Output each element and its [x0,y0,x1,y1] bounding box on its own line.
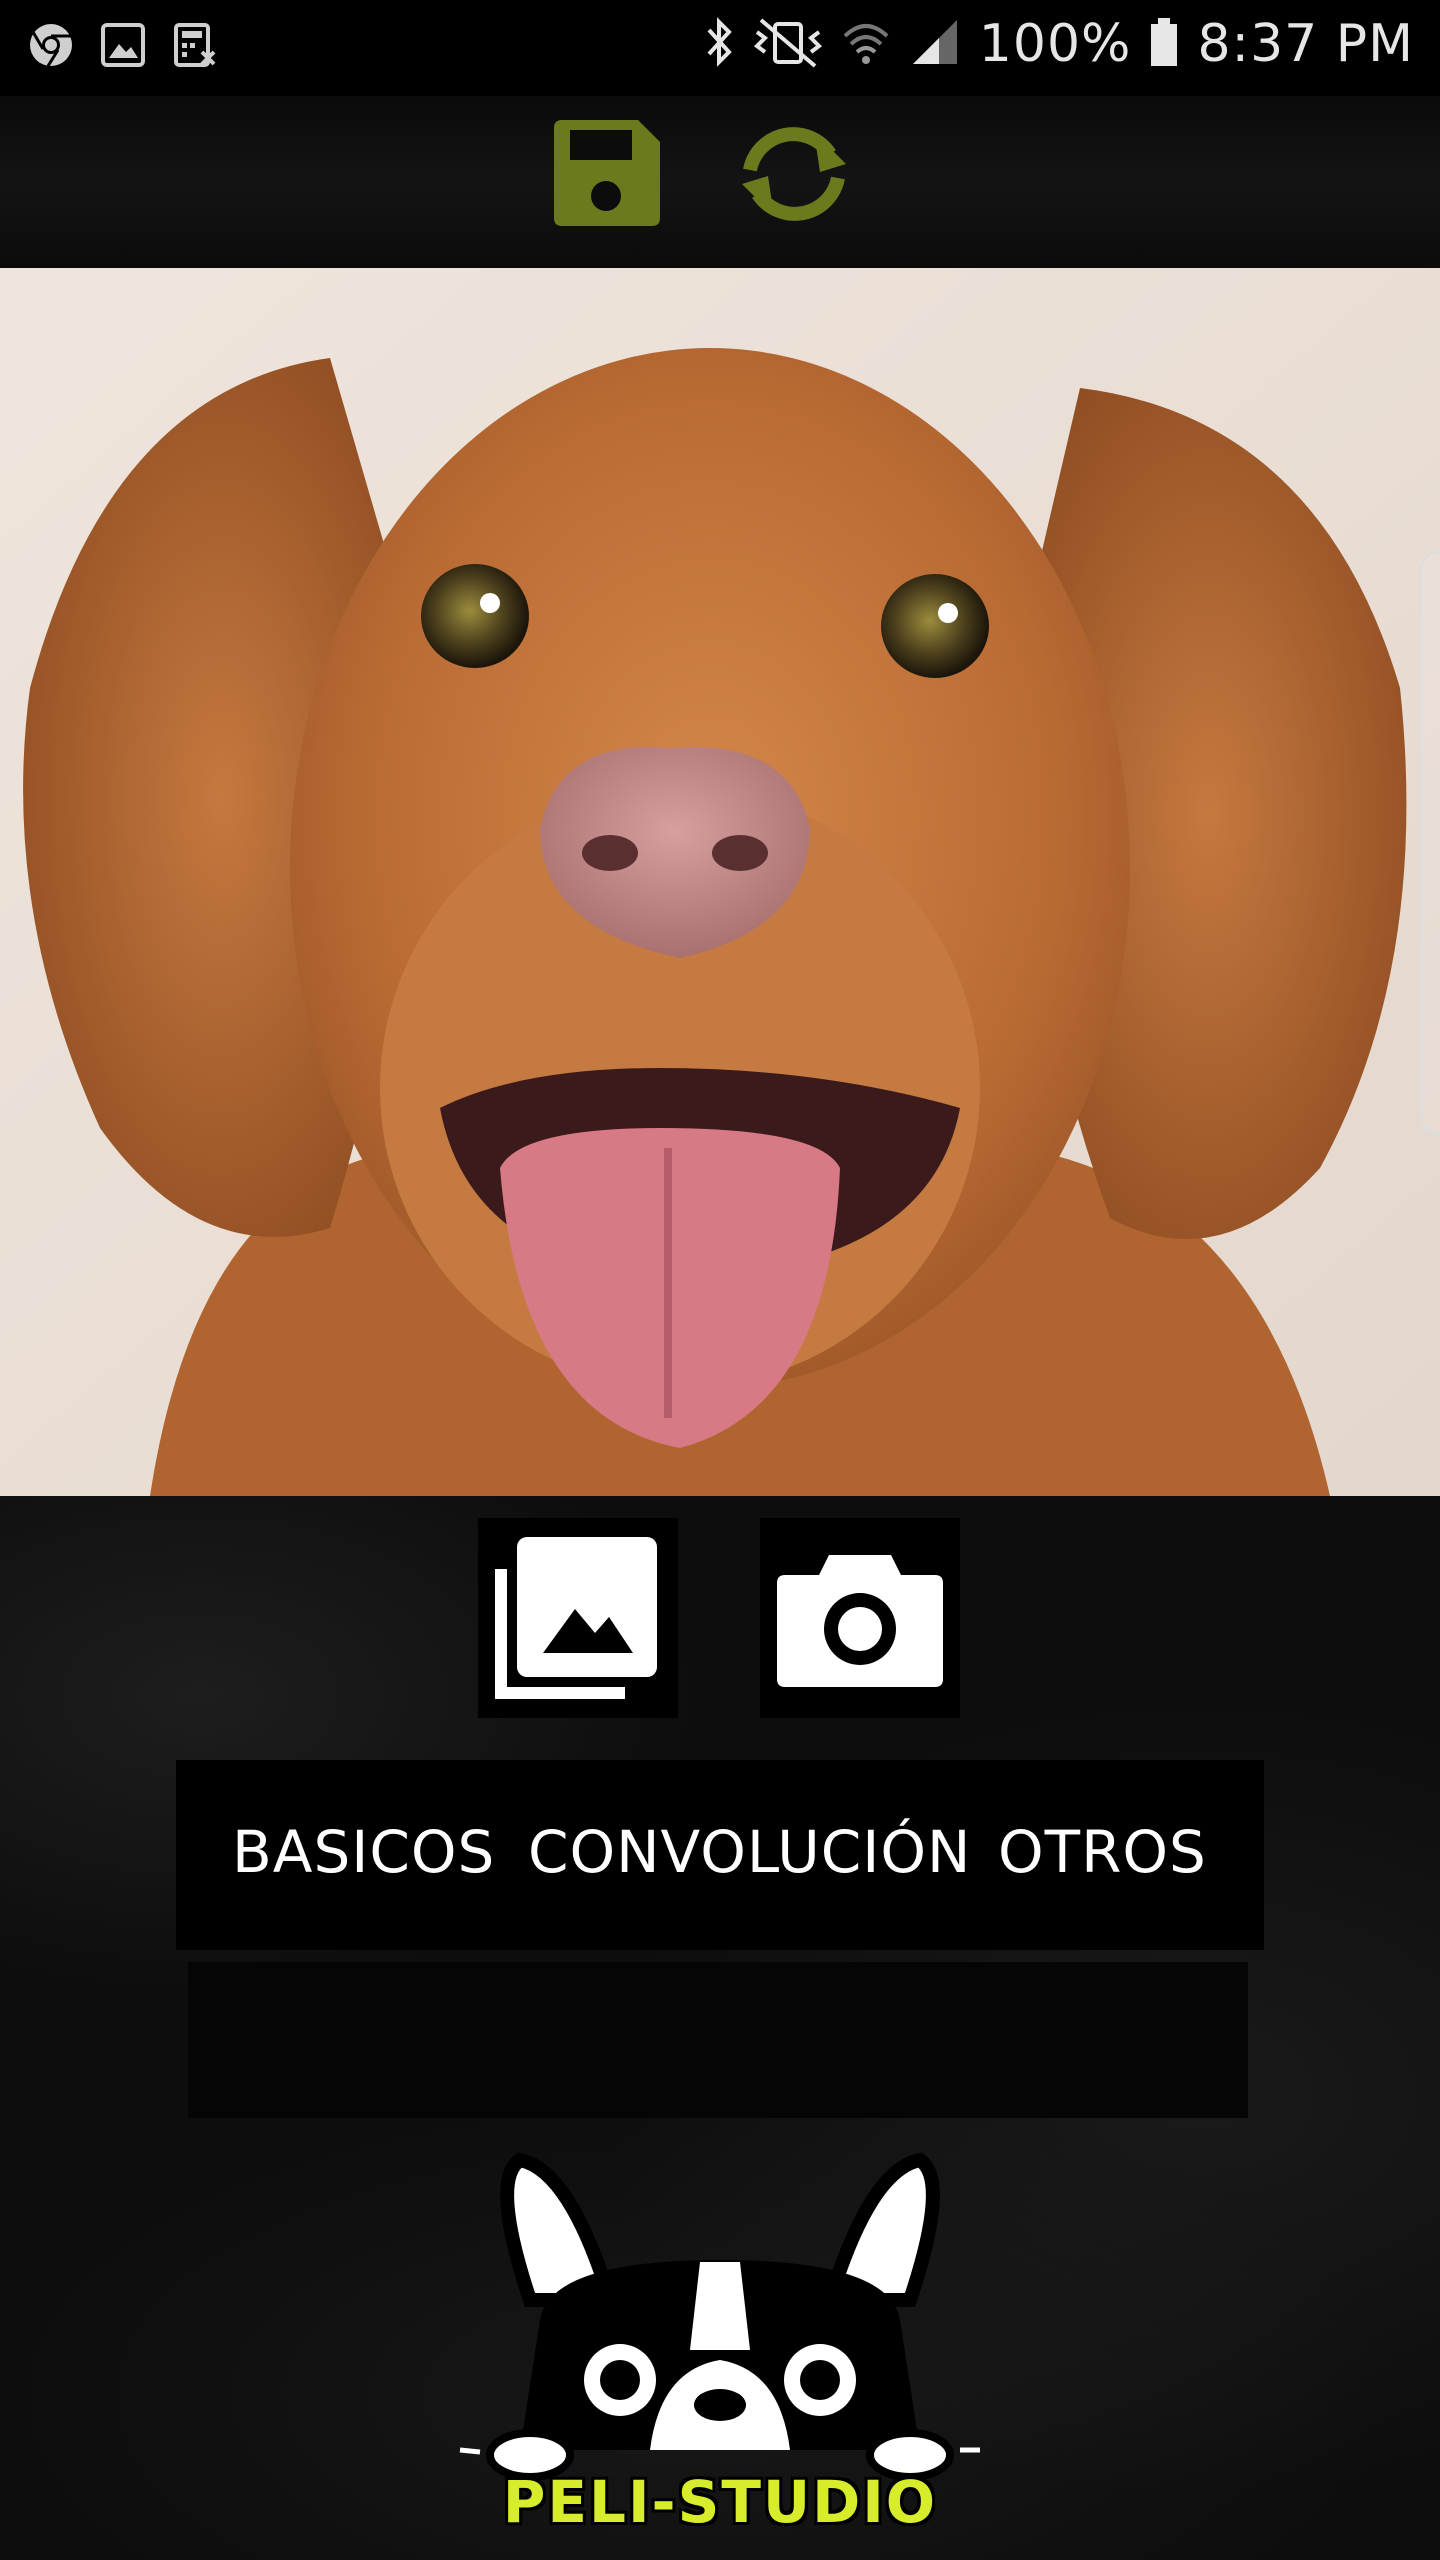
save-icon [546,120,666,238]
camera-icon [775,1541,945,1695]
refresh-icon [726,127,862,238]
camera-button[interactable] [760,1518,960,1718]
wifi-icon [841,16,891,72]
signal-icon [909,16,961,72]
gallery-icon [491,1529,665,1707]
calculator-icon [170,20,220,70]
peli-studio-logo: PELI-STUDIO [450,2150,990,2560]
gallery-icon [98,20,148,70]
gallery-button[interactable] [478,1518,678,1718]
preview-image [0,268,1440,1496]
refresh-button[interactable] [726,114,862,234]
top-toolbar [0,96,1440,268]
save-button[interactable] [546,114,666,234]
filter-options-panel [188,1962,1248,2118]
battery-percent: 100% [978,14,1132,74]
notification-icons [26,20,220,70]
system-status: 100% 8:37 PM [703,14,1414,74]
tab-otros[interactable]: OTROS [998,1818,1207,1886]
edge-panel-handle[interactable] [1419,550,1440,1136]
clock: 8:37 PM [1197,14,1414,74]
tab-basicos[interactable]: BASICOS [232,1818,495,1886]
bluetooth-icon [703,16,735,72]
tab-convolucion[interactable]: CONVOLUCIÓN [528,1818,971,1886]
logo-text: PELI-STUDIO [502,2468,938,2536]
chrome-icon [26,20,76,70]
status-bar: 100% 8:37 PM [0,0,1440,96]
battery-icon [1149,16,1179,72]
filter-tabs: BASICOS CONVOLUCIÓN OTROS [176,1760,1264,1950]
vibrate-icon [753,16,823,72]
